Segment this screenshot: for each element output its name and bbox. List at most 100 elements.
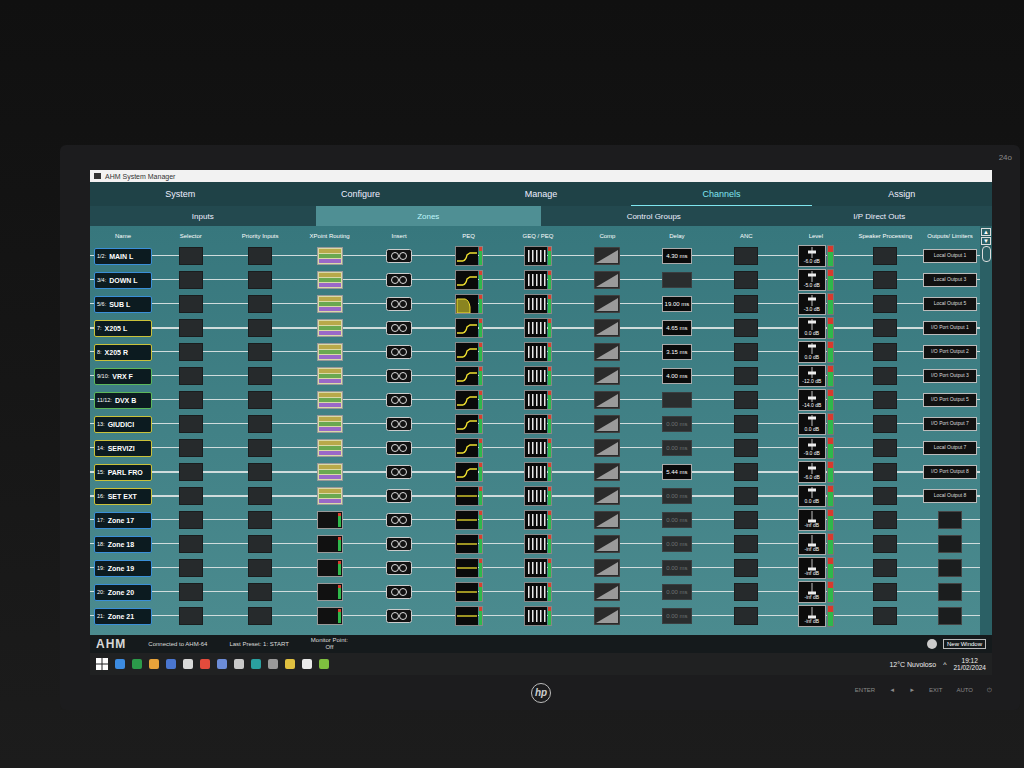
- anc-box[interactable]: [734, 559, 758, 577]
- insert-icon[interactable]: [386, 489, 412, 503]
- selector-box[interactable]: [179, 607, 203, 625]
- speaker-box[interactable]: [873, 271, 897, 289]
- peq-box[interactable]: [455, 438, 483, 458]
- xpoint-box[interactable]: [317, 583, 343, 601]
- insert-icon[interactable]: [386, 249, 412, 263]
- level-fader[interactable]: -3.0 dB: [798, 293, 834, 315]
- anc-box[interactable]: [734, 463, 758, 481]
- selector-box[interactable]: [179, 271, 203, 289]
- level-fader[interactable]: -inf dB: [798, 557, 834, 579]
- scroll-thumb[interactable]: [982, 246, 991, 262]
- delay-box[interactable]: 4.30 ms: [662, 248, 692, 264]
- delay-box[interactable]: 5.44 ms: [662, 464, 692, 480]
- anc-box[interactable]: [734, 415, 758, 433]
- peq-box[interactable]: [455, 246, 483, 266]
- delay-box[interactable]: 4.65 ms: [662, 320, 692, 336]
- geq-box[interactable]: [524, 294, 552, 314]
- geq-box[interactable]: [524, 558, 552, 578]
- insert-icon[interactable]: [386, 609, 412, 623]
- peq-box[interactable]: [455, 606, 483, 626]
- priority-box[interactable]: [248, 583, 272, 601]
- speaker-box[interactable]: [873, 439, 897, 457]
- peq-box[interactable]: [455, 534, 483, 554]
- level-fader[interactable]: -12.0 dB: [798, 365, 834, 387]
- priority-box[interactable]: [248, 535, 272, 553]
- geq-box[interactable]: [524, 462, 552, 482]
- scrollbar[interactable]: ▲▼: [980, 226, 992, 635]
- compressor-icon[interactable]: [594, 559, 620, 577]
- compressor-icon[interactable]: [594, 295, 620, 313]
- zone-name[interactable]: 16:SET EXT: [94, 488, 152, 505]
- selector-box[interactable]: [179, 247, 203, 265]
- output-box[interactable]: [938, 535, 962, 553]
- peq-box[interactable]: [455, 318, 483, 338]
- priority-box[interactable]: [248, 247, 272, 265]
- peq-box[interactable]: [455, 582, 483, 602]
- output-box[interactable]: I/O Port Output 5: [923, 393, 977, 407]
- insert-icon[interactable]: [386, 345, 412, 359]
- priority-box[interactable]: [248, 463, 272, 481]
- sub-tab[interactable]: Control Groups: [541, 206, 767, 226]
- priority-box[interactable]: [248, 319, 272, 337]
- selector-box[interactable]: [179, 535, 203, 553]
- delay-box[interactable]: 0.00 ms: [662, 536, 692, 552]
- main-tab[interactable]: Channels: [631, 182, 811, 206]
- xpoint-box[interactable]: [317, 391, 343, 409]
- delay-box[interactable]: 0.00 ms: [662, 416, 692, 432]
- taskbar-app-icon[interactable]: [149, 659, 159, 669]
- speaker-box[interactable]: [873, 319, 897, 337]
- priority-box[interactable]: [248, 271, 272, 289]
- xpoint-box[interactable]: [317, 463, 343, 481]
- level-fader[interactable]: -inf dB: [798, 509, 834, 531]
- selector-box[interactable]: [179, 583, 203, 601]
- taskbar-app-icon[interactable]: [234, 659, 244, 669]
- taskbar-app-icon[interactable]: [319, 659, 329, 669]
- insert-icon[interactable]: [386, 537, 412, 551]
- priority-box[interactable]: [248, 511, 272, 529]
- insert-icon[interactable]: [386, 513, 412, 527]
- output-box[interactable]: Local Output 5: [923, 297, 977, 311]
- peq-box[interactable]: [455, 390, 483, 410]
- priority-box[interactable]: [248, 487, 272, 505]
- xpoint-box[interactable]: [317, 439, 343, 457]
- xpoint-box[interactable]: [317, 559, 343, 577]
- monitor-button[interactable]: ►: [909, 687, 915, 694]
- zone-name[interactable]: 19:Zone 19: [94, 560, 152, 577]
- geq-box[interactable]: [524, 270, 552, 290]
- speaker-box[interactable]: [873, 367, 897, 385]
- level-fader[interactable]: 0.0 dB: [798, 413, 834, 435]
- taskbar-app-icon[interactable]: [285, 659, 295, 669]
- speaker-box[interactable]: [873, 391, 897, 409]
- peq-box[interactable]: [455, 366, 483, 386]
- peq-box[interactable]: [455, 462, 483, 482]
- zone-name[interactable]: 5/6:SUB L: [94, 296, 152, 313]
- main-tab[interactable]: Assign: [812, 182, 992, 206]
- priority-box[interactable]: [248, 295, 272, 313]
- level-fader[interactable]: 0.0 dB: [798, 341, 834, 363]
- taskbar-app-icon[interactable]: [200, 659, 210, 669]
- anc-box[interactable]: [734, 607, 758, 625]
- sub-tab[interactable]: Inputs: [90, 206, 316, 226]
- sub-tab[interactable]: I/P Direct Outs: [767, 206, 993, 226]
- compressor-icon[interactable]: [594, 487, 620, 505]
- monitor-button[interactable]: ENTER: [855, 687, 875, 694]
- compressor-icon[interactable]: [594, 319, 620, 337]
- monitor-button[interactable]: AUTO: [956, 687, 973, 694]
- speaker-box[interactable]: [873, 463, 897, 481]
- anc-box[interactable]: [734, 583, 758, 601]
- compressor-icon[interactable]: [594, 535, 620, 553]
- anc-box[interactable]: [734, 343, 758, 361]
- monitor-button[interactable]: EXIT: [929, 687, 942, 694]
- geq-box[interactable]: [524, 582, 552, 602]
- geq-box[interactable]: [524, 414, 552, 434]
- anc-box[interactable]: [734, 511, 758, 529]
- zone-name[interactable]: 17:Zone 17: [94, 512, 152, 529]
- priority-box[interactable]: [248, 559, 272, 577]
- peq-box[interactable]: [455, 270, 483, 290]
- zone-name[interactable]: 8:X205 R: [94, 344, 152, 361]
- speaker-box[interactable]: [873, 295, 897, 313]
- geq-box[interactable]: [524, 246, 552, 266]
- compressor-icon[interactable]: [594, 607, 620, 625]
- zone-name[interactable]: 13:GIUDICI: [94, 416, 152, 433]
- tray-expand[interactable]: ^: [943, 661, 946, 668]
